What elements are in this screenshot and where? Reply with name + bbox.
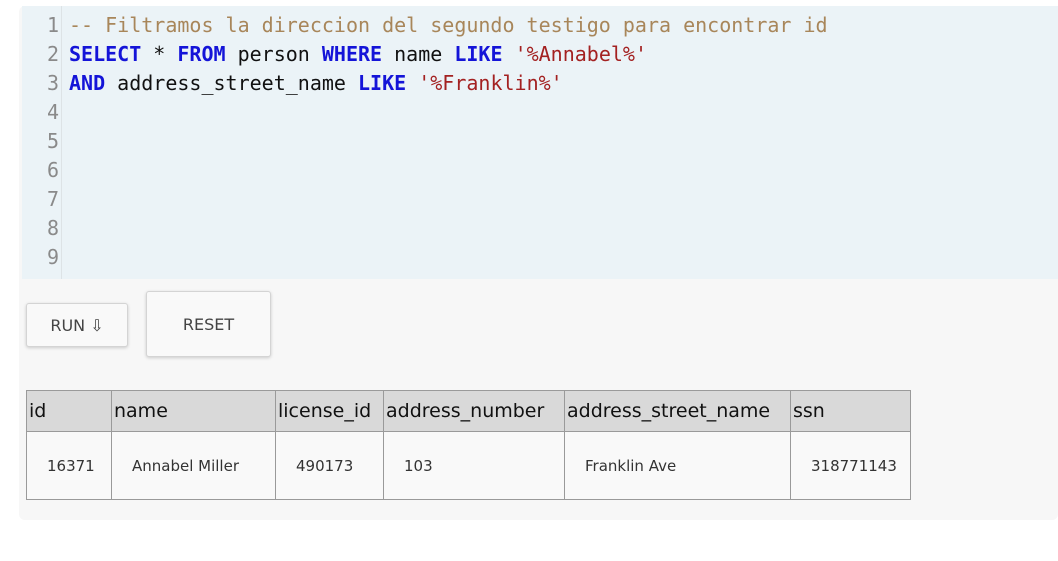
reset-button[interactable]: RESET (146, 291, 271, 357)
sql-text: name (382, 42, 455, 66)
run-button[interactable]: RUN ⇩ (26, 303, 128, 347)
column-header-license-id: license_id (275, 390, 384, 432)
sql-keyword: AND (69, 71, 106, 95)
sql-text: person (225, 42, 322, 66)
sql-comment: -- Filtramos la direccion del segundo te… (69, 13, 828, 37)
line-number: 6 (46, 158, 59, 182)
line-number: 4 (46, 100, 59, 124)
sql-text: * (141, 42, 178, 66)
code-line[interactable]: AND address_street_name LIKE '%Franklin%… (69, 69, 563, 98)
code-line[interactable]: -- Filtramos la direccion del segundo te… (69, 11, 828, 40)
sql-text: address_street_name (105, 71, 358, 95)
sql-string: '%Franklin%' (418, 71, 563, 95)
sql-keyword: LIKE (454, 42, 503, 66)
line-number: 8 (46, 216, 59, 240)
line-number: 7 (46, 187, 59, 211)
sql-editor[interactable]: 1 -- Filtramos la direccion del segundo t… (22, 6, 1058, 279)
sql-keyword: FROM (177, 42, 226, 66)
column-header-name: name (111, 390, 276, 432)
line-number: 5 (46, 129, 59, 153)
sql-string: '%Annabel%' (514, 42, 648, 66)
results-header-row: id name license_id address_number addres… (26, 390, 911, 432)
cell-ssn: 318771143 (790, 431, 911, 500)
sql-keyword: SELECT (69, 42, 142, 66)
line-number: 9 (46, 245, 59, 269)
cell-name: Annabel Miller (111, 431, 276, 500)
table-row: 16371 Annabel Miller 490173 103 Franklin… (26, 431, 911, 500)
sql-keyword: WHERE (321, 42, 383, 66)
cell-id: 16371 (26, 431, 112, 500)
cell-address-number: 103 (383, 431, 565, 500)
column-header-address-street-name: address_street_name (564, 390, 791, 432)
line-number: 1 (46, 13, 59, 37)
column-header-id: id (26, 390, 112, 432)
column-header-address-number: address_number (383, 390, 565, 432)
column-header-ssn: ssn (790, 390, 911, 432)
sql-keyword: LIKE (358, 71, 407, 95)
code-line[interactable]: SELECT * FROM person WHERE name LIKE '%A… (69, 40, 647, 69)
line-number: 2 (46, 42, 59, 66)
cell-address-street-name: Franklin Ave (564, 431, 791, 500)
results-table: id name license_id address_number addres… (26, 390, 911, 500)
cell-license-id: 490173 (275, 431, 384, 500)
line-number: 3 (46, 71, 59, 95)
